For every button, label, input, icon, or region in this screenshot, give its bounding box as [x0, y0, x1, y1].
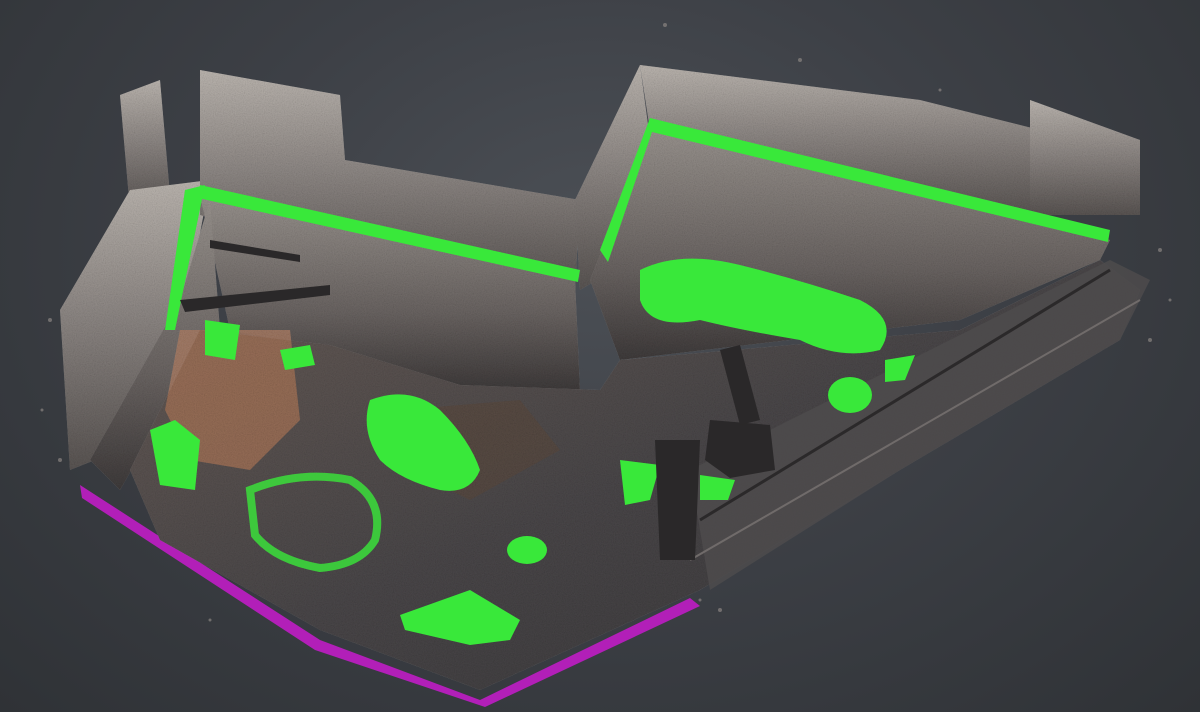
point-cloud-scene[interactable]: [0, 0, 1200, 712]
3d-viewport[interactable]: [0, 0, 1200, 712]
